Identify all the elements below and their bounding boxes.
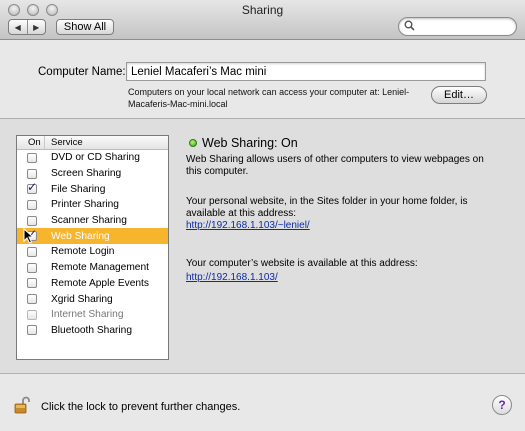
service-row[interactable]: Remote Management (17, 260, 168, 276)
service-row[interactable]: Xgrid Sharing (17, 291, 168, 307)
service-row[interactable]: Internet Sharing (17, 307, 168, 323)
edit-button[interactable]: Edit… (431, 86, 487, 104)
divider (0, 373, 525, 374)
computer-address-info: Computers on your local network can acce… (128, 86, 428, 110)
computer-website-text: Your computer’s website is available at … (186, 258, 418, 269)
service-name: Xgrid Sharing (51, 293, 113, 305)
service-row[interactable]: Remote Login (17, 244, 168, 260)
column-header-service[interactable]: Service (45, 136, 83, 149)
service-checkbox[interactable] (27, 246, 37, 257)
service-name: Bluetooth Sharing (51, 324, 132, 336)
sharing-window: Sharing ◀ ▶ Show All Computer Name: Comp… (0, 0, 525, 431)
service-name: Scanner Sharing (51, 215, 127, 227)
lock-open-icon[interactable] (14, 396, 30, 414)
service-name: Web Sharing (51, 230, 110, 242)
service-row[interactable]: Screen Sharing (17, 166, 168, 182)
service-checkbox[interactable] (27, 278, 37, 289)
computer-name-label: Computer Name: (38, 66, 126, 78)
service-row[interactable]: Web Sharing (17, 227, 168, 245)
service-checkbox[interactable] (27, 294, 37, 305)
forward-arrow-icon[interactable]: ▶ (28, 20, 46, 34)
mouse-cursor-icon (23, 227, 35, 248)
service-checkbox[interactable] (27, 199, 37, 210)
window-title: Sharing (241, 3, 284, 17)
status-indicator-icon (189, 139, 197, 147)
computer-name-input[interactable] (126, 62, 486, 81)
service-checkbox[interactable] (27, 262, 37, 273)
service-row[interactable]: Bluetooth Sharing (17, 323, 168, 339)
service-list-header: On Service (17, 136, 168, 150)
service-rows: DVD or CD Sharing Screen Sharing File Shar… (17, 150, 168, 338)
service-name: File Sharing (51, 183, 106, 195)
service-row[interactable]: Scanner Sharing (17, 213, 168, 229)
service-checkbox[interactable] (27, 152, 37, 163)
service-checkbox[interactable] (27, 215, 37, 226)
service-list: On Service DVD or CD Sharing Screen Shari… (16, 135, 169, 360)
personal-website-link[interactable]: http://192.168.1.103/~leniel/ (186, 220, 310, 231)
service-name: Remote Apple Events (51, 277, 149, 289)
personal-website-text: Your personal website, in the Sites fold… (186, 196, 468, 219)
show-all-button[interactable]: Show All (56, 19, 114, 35)
column-header-on[interactable]: On (17, 136, 45, 149)
service-name: DVD or CD Sharing (51, 152, 140, 164)
lock-message: Click the lock to prevent further change… (41, 401, 241, 413)
back-forward-control: ◀ ▶ (8, 19, 46, 35)
service-row[interactable]: File Sharing (17, 180, 168, 197)
service-checkbox[interactable] (27, 325, 37, 336)
search-field[interactable] (398, 17, 517, 36)
service-row[interactable]: DVD or CD Sharing (17, 150, 168, 166)
status-title: Web Sharing: On (202, 136, 298, 150)
service-row[interactable]: Printer Sharing (17, 197, 168, 213)
back-arrow-icon[interactable]: ◀ (9, 20, 28, 34)
search-icon (404, 20, 415, 34)
service-row[interactable]: Remote Apple Events (17, 276, 168, 292)
help-button[interactable]: ? (492, 395, 512, 415)
service-name: Screen Sharing (51, 168, 122, 180)
service-checkbox[interactable] (27, 168, 37, 179)
service-name: Remote Login (51, 246, 115, 258)
title-bar: Sharing ◀ ▶ Show All (0, 0, 525, 40)
computer-address-line1: Computers on your local network can acce… (128, 87, 410, 97)
service-name: Remote Management (51, 262, 149, 274)
service-description: Web Sharing allows users of other comput… (186, 154, 484, 177)
service-checkbox[interactable] (27, 180, 37, 195)
computer-website-link[interactable]: http://192.168.1.103/ (186, 272, 278, 283)
service-name: Internet Sharing (51, 309, 124, 321)
service-checkbox[interactable] (27, 309, 37, 320)
service-name: Printer Sharing (51, 199, 119, 211)
computer-address-line2: Macaferis-Mac-mini.local (128, 99, 228, 109)
